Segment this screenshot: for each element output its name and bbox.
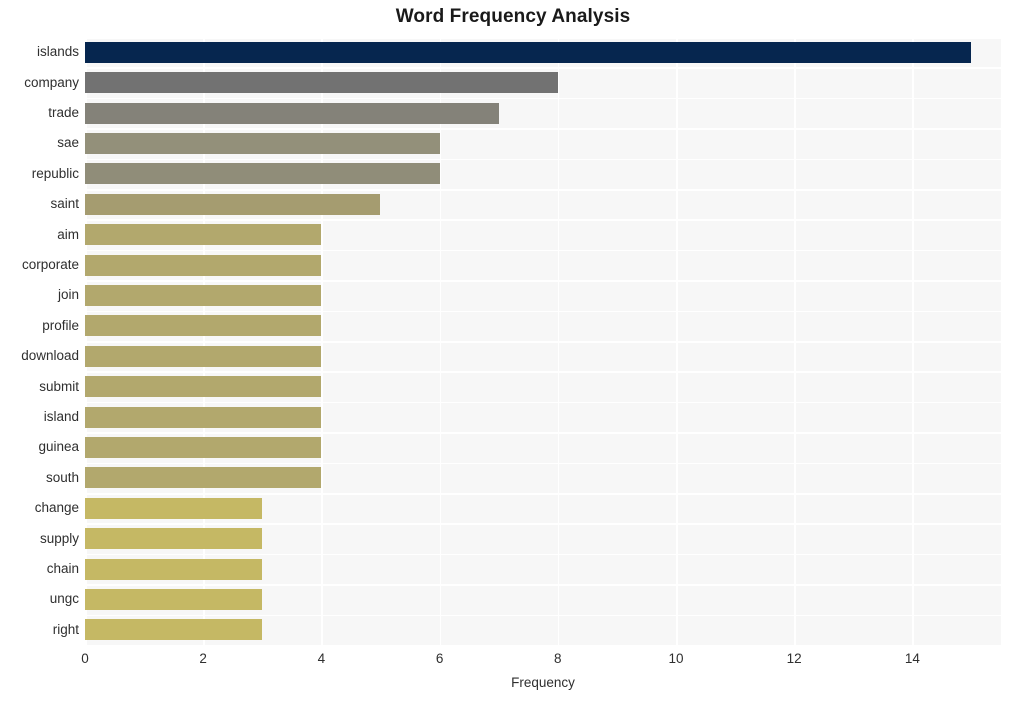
y-tick-label: chain bbox=[46, 561, 79, 576]
bar[interactable] bbox=[85, 41, 972, 63]
bar[interactable] bbox=[85, 558, 263, 580]
y-tick-label: change bbox=[34, 500, 79, 516]
y-tick-label: ungc bbox=[49, 591, 79, 607]
bars-layer bbox=[85, 37, 1001, 645]
bar[interactable] bbox=[85, 254, 322, 276]
bar[interactable] bbox=[85, 315, 322, 337]
y-tick-label: island bbox=[43, 409, 79, 424]
bar[interactable] bbox=[85, 224, 322, 246]
x-tick-label: 6 bbox=[435, 651, 444, 666]
bar[interactable] bbox=[85, 619, 263, 641]
bar[interactable] bbox=[85, 436, 322, 458]
y-axis-tick-labels: islands company trade sae republic saint aim co… bbox=[0, 37, 79, 645]
bar[interactable] bbox=[85, 102, 499, 124]
bar[interactable] bbox=[85, 132, 440, 154]
x-axis-title: Frequency bbox=[511, 675, 575, 690]
y-tick-label: sae bbox=[57, 135, 79, 151]
y-tick-label: profile bbox=[42, 317, 79, 333]
y-tick-label: supply bbox=[39, 530, 79, 546]
y-tick-label: guinea bbox=[38, 439, 79, 455]
x-tick-label: 12 bbox=[786, 651, 802, 666]
y-tick-label: corporate bbox=[21, 257, 79, 272]
bar[interactable] bbox=[85, 528, 263, 550]
bar[interactable] bbox=[85, 72, 558, 94]
x-tick-label: 2 bbox=[199, 651, 207, 666]
x-tick-label: 10 bbox=[668, 651, 684, 666]
bar[interactable] bbox=[85, 497, 263, 519]
bar[interactable] bbox=[85, 284, 322, 306]
chart-title: Word Frequency Analysis bbox=[395, 6, 631, 27]
y-tick-label: republic bbox=[31, 165, 79, 181]
x-tick-label: 14 bbox=[904, 651, 920, 666]
x-tick-label: 8 bbox=[554, 651, 562, 666]
plot-area bbox=[85, 37, 1001, 647]
y-tick-label: trade bbox=[48, 105, 79, 120]
gridline-horizontal bbox=[85, 645, 1001, 647]
bar[interactable] bbox=[85, 163, 440, 185]
x-tick-label: 4 bbox=[317, 651, 326, 666]
bar[interactable] bbox=[85, 467, 322, 489]
y-tick-label: right bbox=[52, 621, 79, 637]
y-tick-label: islands bbox=[36, 44, 79, 60]
y-tick-label: south bbox=[45, 469, 79, 485]
y-tick-label: download bbox=[21, 348, 79, 364]
word-frequency-chart: Word Frequency Analysis islands company tr… bbox=[0, 0, 1026, 701]
y-tick-label: submit bbox=[39, 378, 79, 394]
bar[interactable] bbox=[85, 588, 263, 610]
bar[interactable] bbox=[85, 376, 322, 398]
bar[interactable] bbox=[85, 406, 322, 428]
bar[interactable] bbox=[85, 193, 381, 215]
y-tick-label: join bbox=[57, 287, 79, 303]
y-tick-label: company bbox=[24, 74, 79, 90]
bar[interactable] bbox=[85, 345, 322, 367]
x-axis-tick-labels: 0 2 4 6 8 10 12 14 bbox=[81, 651, 1001, 671]
y-tick-label: aim bbox=[57, 226, 79, 242]
y-tick-label: saint bbox=[50, 196, 79, 212]
x-tick-label: 0 bbox=[81, 651, 89, 666]
